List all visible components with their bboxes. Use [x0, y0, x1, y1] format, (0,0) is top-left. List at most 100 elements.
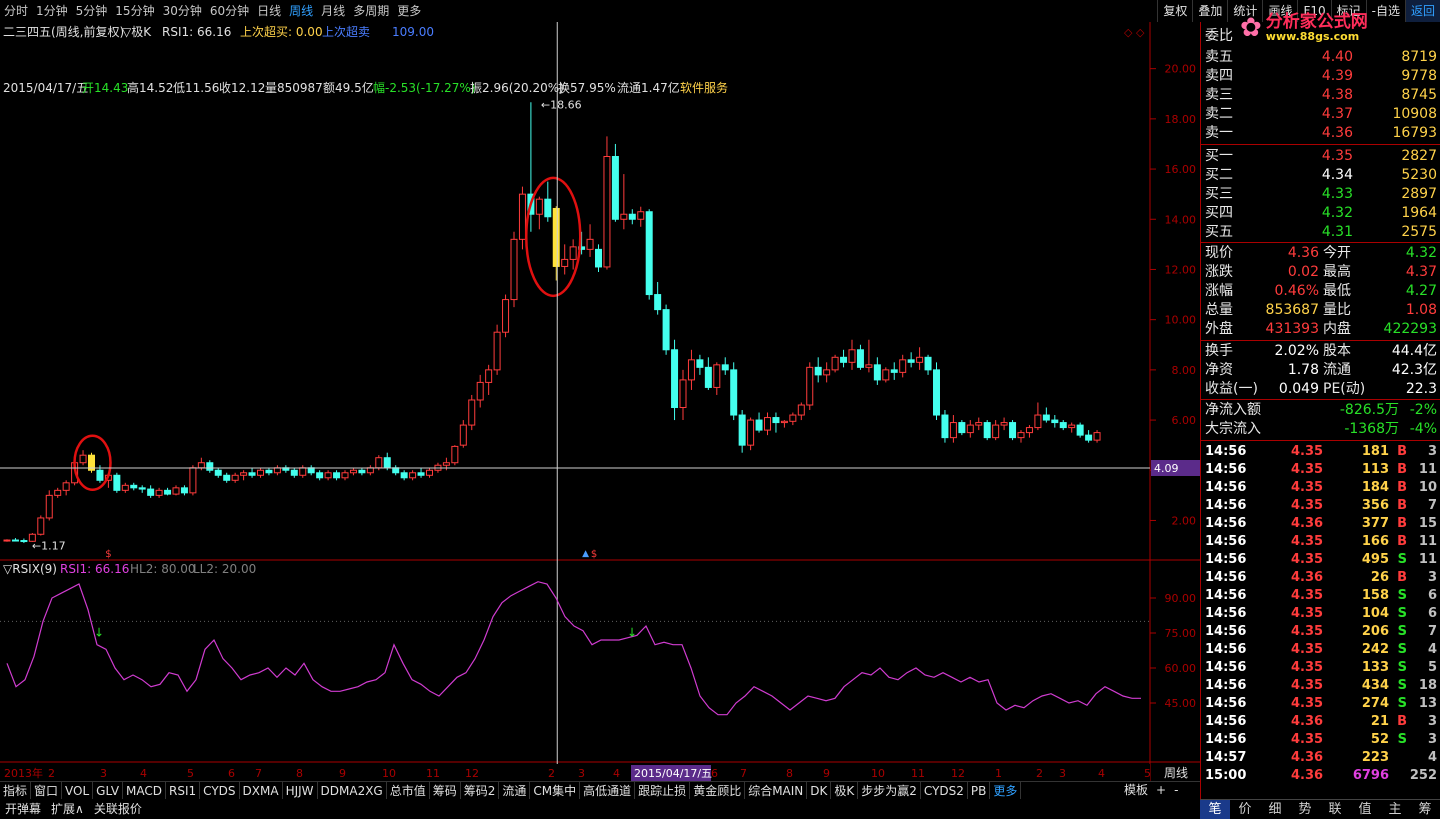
quote-value: 0.46% — [1274, 283, 1319, 299]
indicator-tab[interactable]: 筹码2 — [461, 782, 500, 799]
sell-level-label: 卖四 — [1205, 68, 1233, 84]
candle-body — [206, 462, 214, 471]
period-tab[interactable]: 更多 — [393, 0, 425, 22]
indicator-tab[interactable]: 黄金顾比 — [690, 782, 746, 799]
extra-tab[interactable]: 关联报价 — [89, 799, 147, 819]
rsi-value: RSI1: 66.16 — [162, 25, 231, 39]
indicator-tab[interactable]: DDMA2XG — [318, 782, 387, 799]
flow-label: 净流入额 — [1205, 402, 1261, 418]
indicator-tab[interactable]: DK — [807, 782, 832, 799]
indicator-tab[interactable]: 跟踪止损 — [635, 782, 691, 799]
indicator-tabs: 指标 窗口 VOL GLV MACD RSI1 CYDS DXMA HJJW DDMA2XG 总市值… — [0, 781, 1200, 799]
indicator-tab[interactable]: 高低通道 — [580, 782, 636, 799]
extra-tab[interactable]: 开弹幕 — [0, 799, 46, 819]
candle-body — [20, 540, 28, 543]
detail-tab[interactable]: 势 — [1290, 800, 1320, 819]
tick-count: 3 — [1427, 444, 1437, 459]
indicator-tab[interactable]: RSI1 — [166, 782, 201, 799]
period-tab[interactable]: 15分钟 — [111, 0, 158, 22]
template-button[interactable]: 模板 — [1120, 781, 1152, 799]
stock-terminal: 分时 1分钟 5分钟 15分钟 30分钟 60分钟 日线 周线 月线 多周期 更多 复权 叠加 统计 画线… — [0, 0, 1440, 819]
detail-tab[interactable]: 笔 — [1200, 800, 1230, 819]
indicator-tab[interactable]: VOL — [62, 782, 94, 799]
detail-tab[interactable]: 筹 — [1410, 800, 1440, 819]
indicator-tab[interactable]: 流通 — [499, 782, 531, 799]
info-float: 流通1.47亿 — [617, 80, 680, 95]
candle-body — [603, 156, 611, 268]
candle-body — [764, 417, 771, 431]
indicator-tab[interactable]: CYDS2 — [921, 782, 968, 799]
tick-time: 14:56 — [1205, 570, 1247, 585]
period-tab[interactable]: 多周期 — [349, 0, 393, 22]
indicator-tab[interactable]: PB — [968, 782, 991, 799]
tick-price: 4.35 — [1291, 678, 1324, 693]
indicator-tab[interactable]: GLV — [93, 782, 124, 799]
indicator-tab[interactable]: MACD — [123, 782, 167, 799]
sell-level-value2: 9778 — [1401, 68, 1437, 84]
period-tab[interactable]: 30分钟 — [159, 0, 206, 22]
detail-tab[interactable]: 主 — [1380, 800, 1410, 819]
tick-time: 14:56 — [1205, 588, 1247, 603]
period-tab[interactable]: 分时 — [0, 0, 32, 22]
logo-name: 分析家公式网 — [1265, 11, 1368, 32]
indicator-tab[interactable]: 极K — [831, 782, 859, 799]
period-tab[interactable]: 日线 — [253, 0, 285, 22]
time-label: 2 — [548, 767, 555, 780]
detail-tab[interactable]: 值 — [1350, 800, 1380, 819]
tool-button[interactable]: 复权 — [1157, 0, 1192, 22]
tick-time: 14:56 — [1205, 624, 1247, 639]
period-tab[interactable]: 周线 — [285, 0, 317, 22]
signal-marker-icon: $ — [591, 549, 597, 560]
tick-time: 14:56 — [1205, 696, 1247, 711]
candle-body — [696, 359, 704, 368]
detail-tab[interactable]: 细 — [1260, 800, 1290, 819]
rsix-axis-label: 90.00 — [1165, 592, 1197, 605]
period-tab[interactable]: 月线 — [317, 0, 349, 22]
candle-body — [561, 258, 569, 267]
time-label: 3 — [100, 767, 107, 780]
indicator-tab[interactable]: HJJW — [283, 782, 318, 799]
detail-tab[interactable]: 价 — [1230, 800, 1260, 819]
sell-level: 卖一 4.36 16793 — [1201, 124, 1440, 143]
candle-body — [172, 487, 180, 495]
tool-button[interactable]: 叠加 — [1192, 0, 1227, 22]
indicator-tab[interactable]: DXMA — [240, 782, 283, 799]
template-button[interactable]: - — [1170, 781, 1182, 799]
quote-label2: 量比 — [1323, 302, 1351, 318]
indicator-tab[interactable]: 指标 — [0, 782, 32, 799]
quote-label2: 最低 — [1323, 283, 1351, 299]
period-tab[interactable]: 60分钟 — [206, 0, 253, 22]
kline-chart[interactable]: 二三四五(周线,前复权)▽极K RSI1: 66.16 上次超买: 0.00 上次超卖… — [0, 22, 1200, 781]
quote-label: 现价 — [1205, 245, 1233, 261]
extra-tab[interactable]: 扩展∧ — [46, 799, 89, 819]
time-label: 5 — [187, 767, 194, 780]
candle-body — [189, 467, 197, 494]
tick-count: 10 — [1418, 480, 1437, 495]
tick-qty: 274 — [1361, 696, 1389, 711]
info-sector: 软件服务 — [680, 80, 728, 95]
indicator-tab[interactable]: CM集中 — [530, 782, 581, 799]
tick-count: 5 — [1427, 660, 1437, 675]
indicator-tab[interactable]: 筹码 — [430, 782, 461, 799]
template-button[interactable]: + — [1152, 781, 1170, 799]
period-tab[interactable]: 5分钟 — [72, 0, 112, 22]
tick-qty: 495 — [1361, 552, 1389, 567]
indicator-tab[interactable]: 窗口 — [31, 782, 63, 799]
detail-tab[interactable]: 联 — [1320, 800, 1350, 819]
quote2-row: 净资 1.78 流通 42.3亿 — [1201, 361, 1440, 380]
diamond-icon[interactable]: ◇ ◇ — [1124, 26, 1145, 39]
tick-price: 4.35 — [1291, 462, 1324, 477]
indicator-tab[interactable]: 更多 — [990, 782, 1022, 799]
tick-price: 4.35 — [1291, 444, 1324, 459]
tick-row: 14:56 4.36 26 B 3 — [1201, 569, 1440, 587]
separator — [1201, 340, 1440, 341]
candle-body — [840, 356, 848, 363]
flow-row: 净流入额 -826.5万 -2% — [1201, 401, 1440, 420]
indicator-tab[interactable]: 总市值 — [387, 782, 430, 799]
indicator-tab[interactable]: CYDS — [200, 782, 240, 799]
indicator-tab[interactable]: 步步为赢2 — [858, 782, 921, 799]
tick-qty: 21 — [1370, 714, 1389, 729]
tick-qty: 356 — [1361, 498, 1389, 513]
indicator-tab[interactable]: 综合MAIN — [745, 782, 808, 799]
period-tab[interactable]: 1分钟 — [32, 0, 72, 22]
